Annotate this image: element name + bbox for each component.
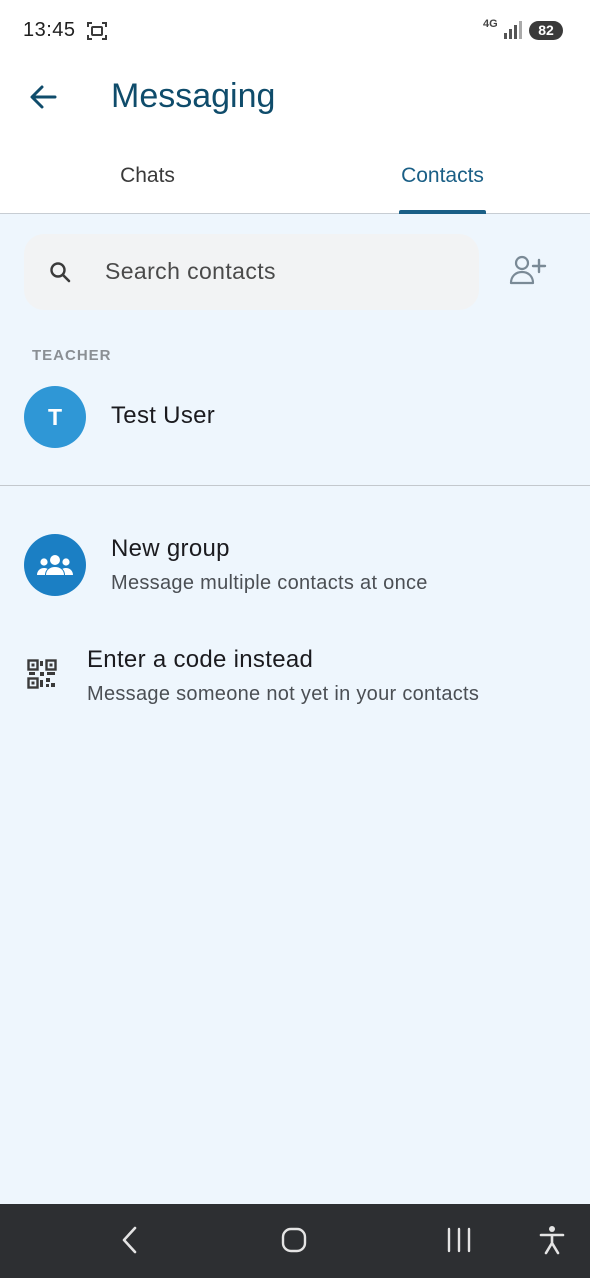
screenshot-icon (86, 20, 108, 47)
status-bar: 13:45 4G 82 (0, 0, 590, 60)
search-placeholder: Search contacts (105, 258, 276, 284)
tab-bar: Chats Contacts (0, 140, 590, 214)
app-bar: Messaging (0, 60, 590, 140)
new-group-item[interactable]: New group Message multiple contacts at o… (0, 528, 590, 602)
nav-recents-icon (446, 1227, 472, 1258)
search-icon (48, 260, 72, 289)
nav-home-icon (281, 1227, 307, 1258)
new-group-subtitle: Message multiple contacts at once (111, 572, 428, 594)
divider (0, 485, 590, 486)
status-time: 13:45 (23, 19, 76, 41)
nav-back-icon (120, 1226, 140, 1259)
back-button[interactable] (22, 78, 64, 120)
nav-back-button[interactable] (110, 1222, 150, 1262)
tab-selected-indicator (399, 210, 486, 214)
tab-chats[interactable]: Chats (0, 140, 295, 214)
new-group-title: New group (111, 535, 230, 562)
enter-code-item[interactable]: Enter a code instead Message someone not… (0, 640, 590, 714)
battery-indicator: 82 (529, 21, 563, 40)
contact-name: Test User (111, 402, 216, 429)
accessibility-icon (539, 1225, 565, 1260)
avatar: T (24, 386, 86, 448)
group-icon (24, 534, 86, 596)
search-input[interactable]: Search contacts (24, 234, 479, 310)
nav-recents-button[interactable] (439, 1222, 479, 1262)
signal-icon (503, 20, 523, 45)
add-contact-button[interactable] (504, 252, 552, 292)
arrow-left-icon (29, 83, 57, 116)
enter-code-subtitle: Message someone not yet in your contacts (87, 683, 480, 705)
add-person-icon (508, 254, 548, 291)
system-nav-bar (0, 1204, 590, 1278)
accessibility-button[interactable] (532, 1222, 572, 1262)
enter-code-title: Enter a code instead (87, 646, 314, 673)
contact-item[interactable]: T Test User (0, 380, 590, 456)
qr-code-icon (27, 659, 57, 694)
nav-home-button[interactable] (274, 1222, 314, 1262)
section-label-teacher: TEACHER (32, 347, 112, 364)
tab-contacts[interactable]: Contacts (295, 140, 590, 214)
page-title: Messaging (111, 77, 276, 115)
network-type: 4G (483, 18, 498, 30)
